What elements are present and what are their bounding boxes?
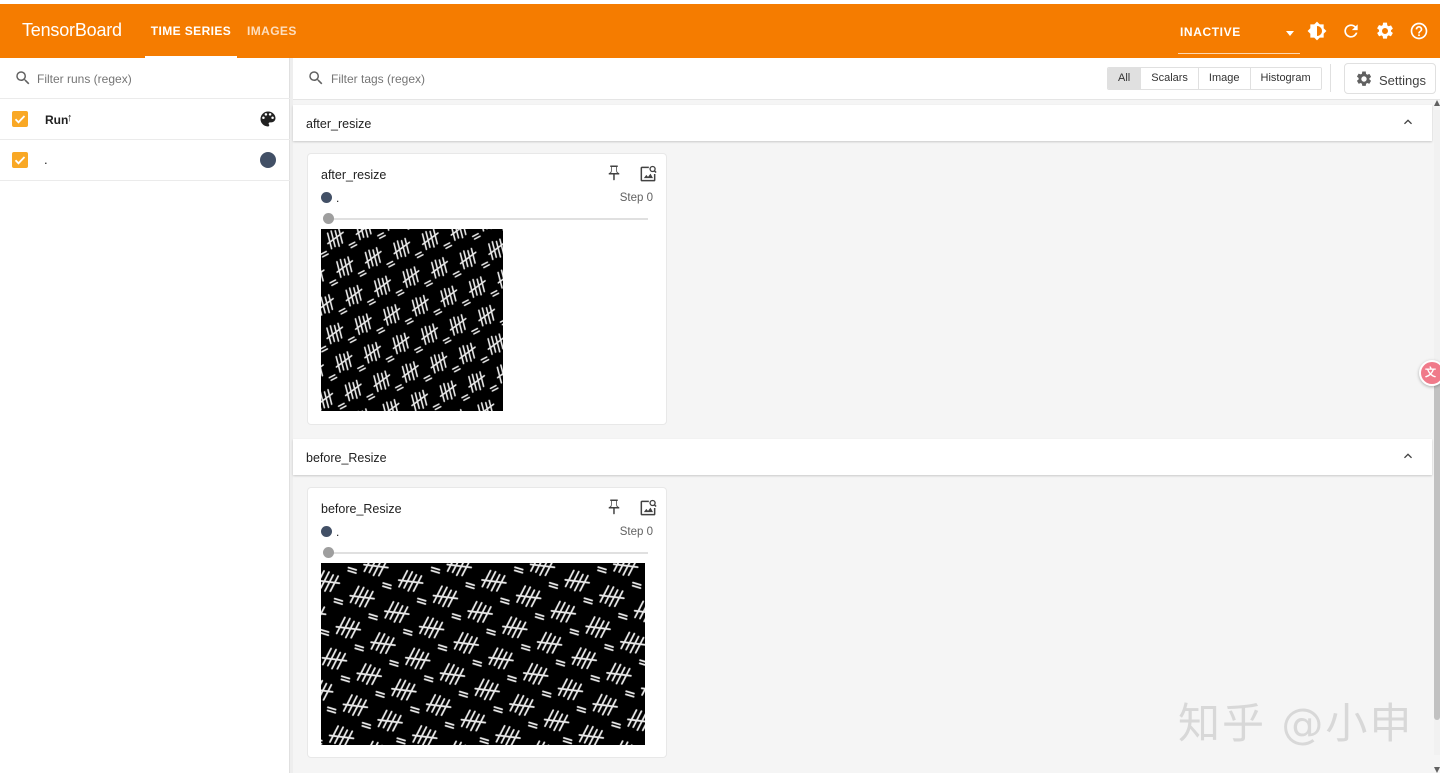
group-header-before-resize[interactable]: before_Resize (293, 439, 1432, 475)
help-icon[interactable] (1409, 21, 1429, 41)
run-name: . (336, 525, 340, 539)
refresh-icon[interactable] (1341, 21, 1361, 41)
runs-sidebar: Filter runs (regex) Run ↑ . (0, 58, 290, 773)
dropdown-caret-icon (1286, 31, 1294, 36)
pin-icon[interactable] (605, 164, 623, 182)
tab-images[interactable]: IMAGES (247, 4, 297, 58)
filter-image-button[interactable]: Image (1198, 68, 1251, 89)
settings-gear-icon[interactable] (1375, 21, 1395, 41)
tab-time-series[interactable]: TIME SERIES (145, 4, 237, 58)
sort-ascending-icon: ↑ (67, 112, 73, 124)
gear-icon (1355, 70, 1373, 88)
palette-icon[interactable] (258, 109, 278, 129)
filter-scalars-button[interactable]: Scalars (1141, 68, 1199, 89)
step-label: Step 0 (619, 526, 653, 538)
group-header-after-resize[interactable]: after_resize (293, 105, 1432, 141)
group-name: before_Resize (306, 451, 387, 465)
search-icon (307, 69, 325, 87)
run-color-dot (321, 526, 332, 537)
filter-all-button[interactable]: All (1108, 68, 1142, 89)
image-actual-size-icon[interactable] (638, 164, 658, 184)
main-content: Filter tags (regex) All Scalars Image Hi… (293, 58, 1440, 773)
top-app-bar: TensorBoard TIME SERIES IMAGES INACTIVE (0, 4, 1440, 58)
reload-status-select[interactable]: INACTIVE (1178, 14, 1300, 54)
translate-extension-icon[interactable]: 文 (1419, 360, 1440, 386)
runs-filter-field[interactable]: Filter runs (regex) (0, 58, 290, 99)
scroll-up-arrow-icon[interactable] (1434, 100, 1440, 106)
run-name: . (44, 152, 48, 167)
toolbar-divider (1330, 64, 1331, 92)
step-slider-thumb[interactable] (323, 547, 334, 558)
tag-filter-placeholder[interactable]: Filter tags (regex) (331, 72, 425, 86)
theme-toggle-icon[interactable] (1307, 21, 1327, 41)
brand-title[interactable]: TensorBoard (22, 20, 122, 41)
run-color-dot (321, 192, 332, 203)
reload-status-label: INACTIVE (1180, 25, 1241, 39)
step-label: Step 0 (619, 192, 653, 204)
runs-filter-placeholder: Filter runs (regex) (37, 72, 132, 86)
step-slider-thumb[interactable] (323, 213, 334, 224)
chevron-up-icon[interactable] (1400, 448, 1416, 464)
runs-table-header: Run ↑ (0, 99, 290, 140)
plugin-type-filter: All Scalars Image Histogram (1107, 67, 1322, 90)
run-checkbox[interactable] (12, 152, 28, 168)
pin-icon[interactable] (605, 498, 623, 516)
run-color-swatch[interactable] (260, 152, 276, 168)
run-row[interactable]: . (0, 140, 290, 181)
search-icon (14, 69, 32, 87)
run-column-header[interactable]: Run (45, 113, 68, 127)
image-card-after-resize: after_resize . Step 0 (307, 153, 667, 425)
tag-filter-bar: Filter tags (regex) All Scalars Image Hi… (293, 58, 1440, 100)
watermark: 知乎 @小申 (1178, 699, 1414, 748)
step-slider-track[interactable] (326, 218, 648, 220)
scrollbar-thumb[interactable] (1434, 380, 1440, 720)
settings-button[interactable]: Settings (1344, 63, 1436, 94)
image-preview (321, 229, 503, 411)
scroll-down-arrow-icon[interactable] (1434, 767, 1440, 773)
image-preview (321, 563, 645, 745)
card-title: before_Resize (321, 502, 402, 516)
filter-histogram-button[interactable]: Histogram (1250, 68, 1321, 89)
group-name: after_resize (306, 117, 372, 131)
image-actual-size-icon[interactable] (638, 498, 658, 518)
select-all-runs-checkbox[interactable] (12, 111, 28, 127)
card-title: after_resize (321, 168, 387, 182)
settings-label: Settings (1379, 73, 1426, 88)
chevron-up-icon[interactable] (1400, 114, 1416, 130)
step-slider-track[interactable] (326, 552, 648, 554)
run-name: . (336, 191, 340, 205)
image-card-before-resize: before_Resize . Step 0 (307, 487, 667, 758)
main-scrollbar[interactable] (1434, 100, 1440, 773)
